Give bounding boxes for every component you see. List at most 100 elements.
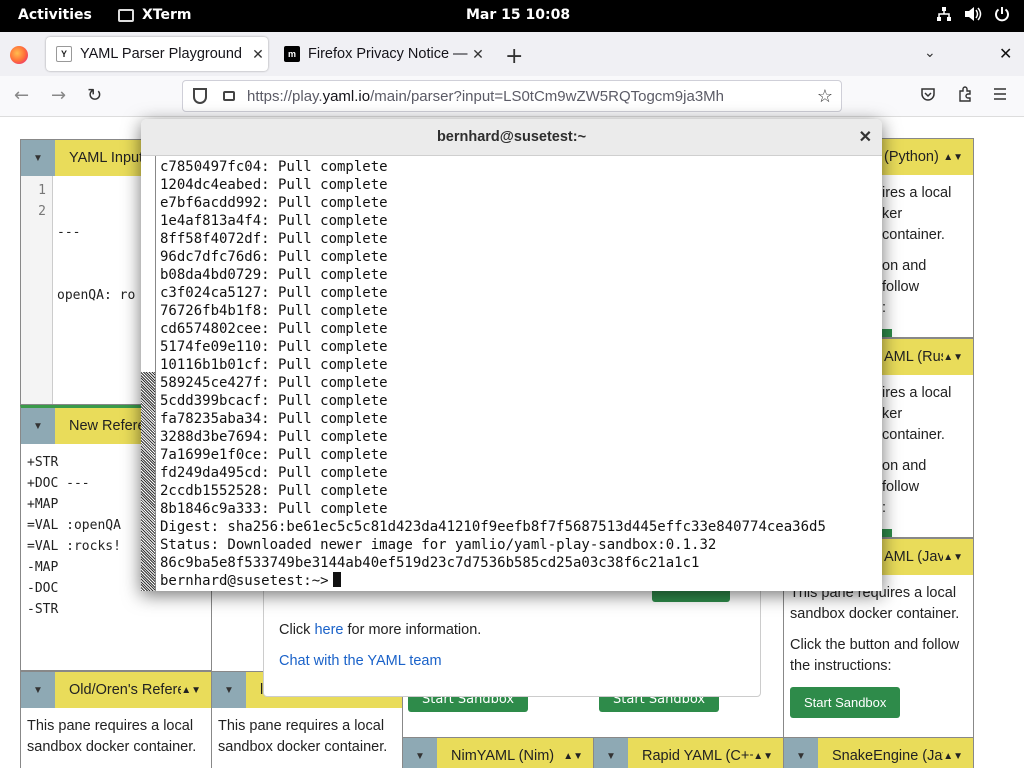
collapse-toggle-icon[interactable]: ▼ bbox=[21, 408, 55, 444]
terminal-line: Digest: sha256:be61ec5c5c81d423da41210f9… bbox=[160, 519, 826, 535]
pane-header: ▼ Rapid YAML (C++) ▲▼ bbox=[594, 738, 783, 768]
shell-prompt: bernhard@susetest:~> bbox=[160, 573, 329, 589]
select-arrows-icon[interactable]: ▲▼ bbox=[753, 751, 773, 762]
terminal-line: 1204dc4eabed: Pull complete bbox=[160, 177, 388, 193]
collapse-toggle-icon[interactable]: ▼ bbox=[403, 738, 437, 768]
terminal-line: 7a1699e1f0ce: Pull complete bbox=[160, 447, 388, 463]
here-link[interactable]: here bbox=[314, 622, 343, 638]
select-arrows-icon[interactable]: ▲▼ bbox=[943, 751, 963, 762]
app-menu[interactable]: XTerm bbox=[118, 7, 191, 23]
yaml-editor[interactable]: --- openQA: ro bbox=[57, 180, 135, 348]
collapse-toggle-icon[interactable]: ▼ bbox=[21, 672, 55, 708]
tab-privacy-notice[interactable]: m Firefox Privacy Notice — M ✕ bbox=[274, 37, 488, 71]
pane-header: ▼ NimYAML (Nim) ▲▼ bbox=[403, 738, 593, 768]
select-arrows-icon[interactable]: ▲▼ bbox=[943, 552, 963, 563]
text-cursor bbox=[332, 572, 341, 587]
reload-icon[interactable]: ↻ bbox=[87, 85, 102, 106]
terminal-line: 2ccdb1552528: Pull complete bbox=[160, 483, 388, 499]
close-icon[interactable]: ✕ bbox=[859, 119, 872, 156]
line-number: 2 bbox=[38, 204, 46, 219]
terminal-line: 76726fb4b1f8: Pull complete bbox=[160, 303, 388, 319]
pane-text: ker container. bbox=[882, 406, 945, 443]
extensions-icon[interactable] bbox=[957, 86, 973, 106]
window-title: bernhard@susetest:~ bbox=[436, 129, 587, 145]
close-window-icon[interactable]: ✕ bbox=[999, 44, 1012, 63]
xterm-window[interactable]: bernhard@susetest:~ ✕ c7850497fc04: Pull… bbox=[141, 119, 882, 591]
pane-text: ires a local bbox=[882, 385, 952, 401]
collapse-toggle-icon[interactable]: ▼ bbox=[784, 738, 818, 768]
terminal-line: b08da4bd0729: Pull complete bbox=[160, 267, 388, 283]
network-icon[interactable] bbox=[936, 6, 952, 26]
select-arrows-icon[interactable]: ▲▼ bbox=[181, 685, 201, 696]
chevron-down-icon[interactable]: ⌄ bbox=[924, 45, 936, 61]
terminal-line: e7bf6acdd992: Pull complete bbox=[160, 195, 388, 211]
start-sandbox-button[interactable] bbox=[882, 329, 892, 337]
terminal-icon bbox=[118, 8, 134, 22]
terminal-output[interactable]: c7850497fc04: Pull complete 1204dc4eabed:… bbox=[160, 158, 826, 590]
code-line: openQA: ro bbox=[57, 288, 136, 303]
collapse-toggle-icon[interactable]: ▼ bbox=[212, 672, 246, 708]
terminal-line: fa78235aba34: Pull complete bbox=[160, 411, 388, 427]
pane-old-oren-reference: ▼ Old/Oren's Referer ▲▼ This pane requir… bbox=[20, 671, 212, 768]
select-arrows-icon[interactable]: ▲▼ bbox=[943, 352, 963, 363]
start-sandbox-button[interactable]: Start Sandbox bbox=[790, 687, 901, 718]
pane-body: This pane requires a local sandbox docke… bbox=[21, 708, 211, 768]
pane-body: This pane requires a local sandbox docke… bbox=[784, 575, 973, 737]
yaml-favicon: Y bbox=[56, 46, 72, 62]
xterm-scrollbar[interactable] bbox=[141, 156, 156, 591]
url-bar[interactable]: https://play.yaml.io/main/parser?input=L… bbox=[182, 80, 842, 112]
collapse-toggle-icon[interactable]: ▼ bbox=[594, 738, 628, 768]
terminal-line: 3288d3be7694: Pull complete bbox=[160, 429, 388, 445]
terminal-line: fd249da495cd: Pull complete bbox=[160, 465, 388, 481]
terminal-line: 5cdd399bcacf: Pull complete bbox=[160, 393, 388, 409]
collapse-toggle-icon[interactable]: ▼ bbox=[21, 140, 55, 176]
pane-title: Rapid YAML (C++) bbox=[642, 748, 754, 764]
firefox-icon[interactable] bbox=[10, 46, 28, 64]
bookmark-star-icon[interactable]: ☆ bbox=[817, 86, 833, 107]
pane-nim: ▼ NimYAML (Nim) ▲▼ bbox=[402, 737, 594, 768]
pane-snake-engine: ▼ SnakeEngine (Java ▲▼ bbox=[783, 737, 974, 768]
pane-text: This pane requires a local sandbox docke… bbox=[218, 718, 388, 755]
clock[interactable]: Mar 15 10:08 bbox=[466, 7, 570, 23]
shield-icon[interactable] bbox=[193, 88, 207, 104]
pane-title: NimYAML (Nim) bbox=[451, 748, 555, 764]
xterm-titlebar[interactable]: bernhard@susetest:~ ✕ bbox=[141, 119, 882, 156]
select-arrows-icon[interactable]: ▲▼ bbox=[563, 751, 583, 762]
terminal-line: c7850497fc04: Pull complete bbox=[160, 159, 388, 175]
tab-yaml-parser[interactable]: Y YAML Parser Playground ✕ bbox=[46, 37, 268, 71]
terminal-line: 10116b1b01cf: Pull complete bbox=[160, 357, 388, 373]
info-text: Click here for more information. bbox=[279, 622, 482, 638]
scrollbar-thumb[interactable] bbox=[141, 372, 155, 591]
close-tab-icon[interactable]: ✕ bbox=[248, 46, 268, 63]
volume-icon[interactable] bbox=[964, 6, 982, 26]
close-tab-icon[interactable]: ✕ bbox=[468, 46, 488, 63]
tab-title: YAML Parser Playground bbox=[80, 46, 242, 62]
select-arrows-icon[interactable]: ▲▼ bbox=[943, 152, 963, 163]
pane-text: Click the button and follow the instruct… bbox=[790, 637, 960, 674]
system-tray[interactable] bbox=[936, 6, 1010, 26]
pane-text: on and follow bbox=[882, 458, 927, 495]
line-number: 1 bbox=[38, 183, 46, 198]
lock-icon[interactable] bbox=[223, 91, 235, 101]
pane-text: ires a local bbox=[882, 185, 952, 201]
terminal-line: cd6574802cee: Pull complete bbox=[160, 321, 388, 337]
power-icon[interactable] bbox=[994, 6, 1010, 26]
activities-button[interactable]: Activities bbox=[18, 7, 92, 23]
pane-text: : bbox=[882, 300, 887, 316]
pane-text: on and follow bbox=[882, 258, 927, 295]
code-line: --- bbox=[57, 225, 81, 240]
forward-arrow-icon[interactable]: → bbox=[51, 85, 66, 106]
url-text[interactable]: https://play.yaml.io/main/parser?input=L… bbox=[247, 88, 817, 105]
pane-title: SnakeEngine (Java bbox=[832, 748, 943, 764]
pocket-icon[interactable] bbox=[920, 86, 936, 106]
back-arrow-icon[interactable]: ← bbox=[14, 85, 29, 106]
menu-icon[interactable] bbox=[992, 86, 1008, 106]
terminal-line: c3f024ca5127: Pull complete bbox=[160, 285, 388, 301]
pane-body: This pane requires a local sandbox docke… bbox=[212, 708, 402, 768]
chat-link[interactable]: Chat with the YAML team bbox=[279, 653, 442, 669]
new-tab-icon[interactable]: + bbox=[505, 44, 523, 69]
pane-header: ▼ SnakeEngine (Java ▲▼ bbox=[784, 738, 973, 768]
tab-title: Firefox Privacy Notice — M bbox=[308, 46, 468, 62]
terminal-prompt-line[interactable]: bernhard@susetest:~> bbox=[160, 572, 826, 590]
start-sandbox-button[interactable] bbox=[882, 529, 892, 537]
